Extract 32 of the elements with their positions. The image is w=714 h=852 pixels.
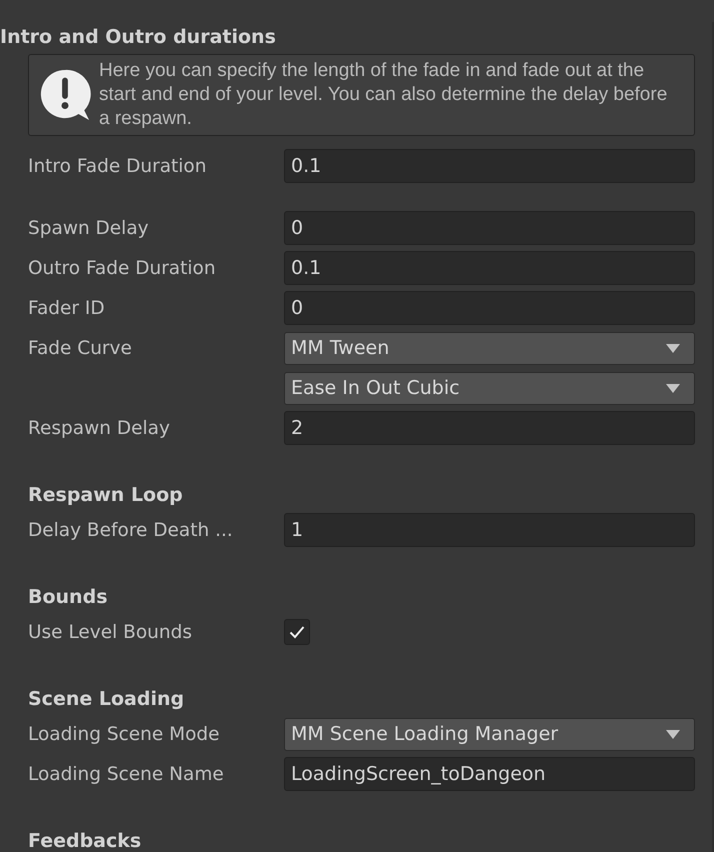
checkmark-icon <box>289 625 305 639</box>
input-field[interactable]: 0 <box>284 211 695 245</box>
field-label: Loading Scene Name <box>28 764 225 784</box>
field-label: Loading Scene Mode <box>28 724 221 744</box>
dropdown[interactable]: Ease In Out Cubic <box>284 372 695 404</box>
input-field[interactable]: 2 <box>284 411 695 445</box>
field-label: Fade Curve <box>28 338 133 358</box>
section-header: Intro and Outro durations <box>0 25 277 50</box>
field-label: Intro Fade Duration <box>28 156 208 176</box>
caret-icon <box>666 344 680 352</box>
section-header: Bounds <box>28 585 108 610</box>
dropdown[interactable]: MM Scene Loading Manager <box>284 718 695 750</box>
section-header: Respawn Loop <box>28 483 184 508</box>
section-header: Scene Loading <box>28 687 186 712</box>
field-label: Outro Fade Duration <box>28 258 217 278</box>
field-label: Use Level Bounds <box>28 622 193 642</box>
section-header: Feedbacks <box>28 829 142 852</box>
warning-icon <box>39 68 91 122</box>
help-text: Here you can specify the length of the fade in and fade out at the start and end of your level. You can also determine the delay before a respawn. <box>99 59 668 131</box>
input-field[interactable]: 0.1 <box>284 149 695 183</box>
caret-icon <box>666 384 680 392</box>
field-label: Respawn Delay <box>28 418 171 438</box>
input-field[interactable]: LoadingScreen_toDangeon <box>284 757 695 791</box>
field-label: Spawn Delay <box>28 218 150 238</box>
dropdown[interactable]: MM Tween <box>284 332 695 364</box>
input-field[interactable]: 1 <box>284 513 695 547</box>
field-label: Fader ID <box>28 298 106 318</box>
field-label: Delay Before Death ... <box>28 520 234 540</box>
input-field[interactable]: 0 <box>284 291 695 325</box>
input-field[interactable]: 0.1 <box>284 251 695 285</box>
checkbox[interactable] <box>284 619 310 645</box>
caret-icon <box>666 730 680 738</box>
